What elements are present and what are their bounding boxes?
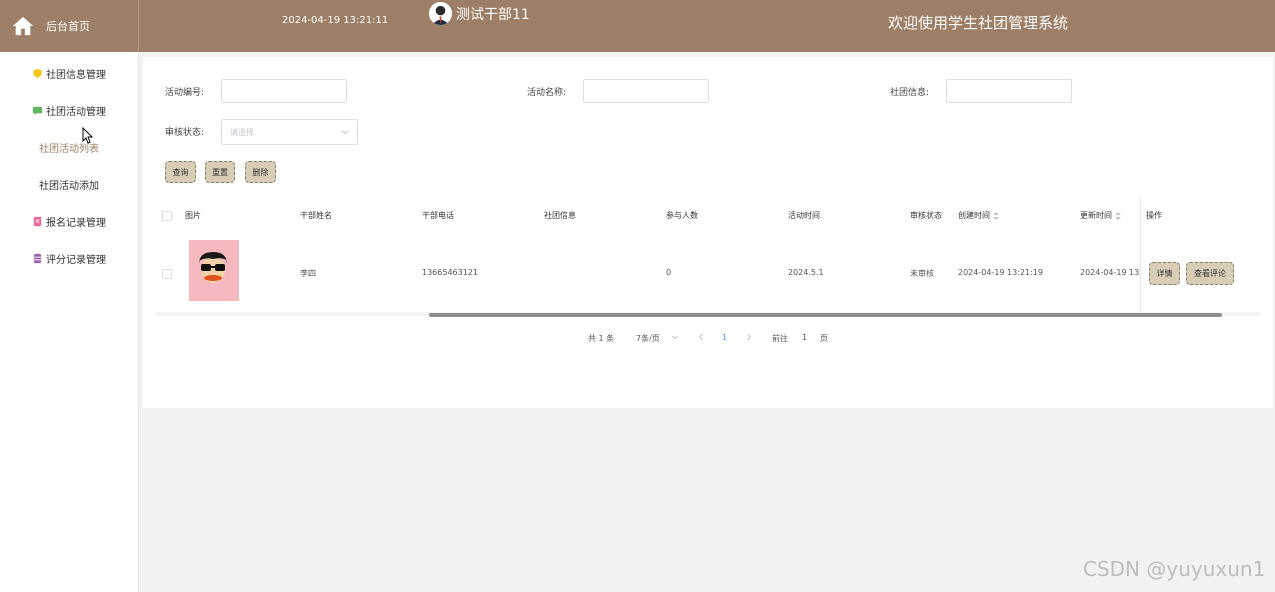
detail-button[interactable]: 详情: [1149, 262, 1180, 285]
prev-page-icon[interactable]: [698, 333, 704, 341]
audit-status-select[interactable]: 请选择: [221, 119, 358, 145]
watermark: CSDN @yuyuxun1: [1083, 557, 1266, 581]
clipboard-icon: [33, 216, 42, 226]
chat-icon: [32, 106, 43, 115]
pagination-page-size[interactable]: 7条/页: [636, 333, 660, 344]
col-cadre-phone: 干部电话: [422, 211, 454, 220]
col-cadre-name: 干部姓名: [300, 211, 332, 220]
user-info[interactable]: 测试干部11: [429, 2, 530, 25]
activity-no-label: 活动编号:: [165, 88, 205, 98]
sidebar-item-score-records[interactable]: 评分记录管理: [0, 248, 138, 268]
sidebar-item-label: 社团活动管理: [46, 106, 106, 118]
club-info-input[interactable]: [946, 79, 1072, 103]
cell-created-time: 2024-04-19 13:21:19: [958, 268, 1043, 277]
sidebar-item-activity-list[interactable]: 社团活动列表: [0, 137, 138, 157]
sidebar: 社团信息管理 社团活动管理 社团活动列表 社团活动添加 报名记录管理 评分记录管…: [0, 52, 139, 592]
col-updated-label: 更新时间: [1080, 211, 1112, 220]
col-actions: 操作: [1146, 211, 1162, 220]
cell-cadre-name: 李四: [300, 269, 316, 278]
sidebar-item-label: 社团活动添加: [39, 180, 99, 192]
pagination-goto-label: 前往: [772, 334, 788, 343]
reset-button[interactable]: 重置: [205, 161, 235, 183]
cell-cadre-phone: 13665463121: [422, 268, 478, 277]
col-audit-status: 审核状态: [910, 211, 942, 220]
header-divider: [138, 0, 139, 52]
activity-no-input[interactable]: [221, 79, 347, 103]
sidebar-item-label: 社团信息管理: [46, 69, 106, 81]
welcome-title: 欢迎使用学生社团管理系统: [888, 14, 1069, 32]
sidebar-item-activity-add[interactable]: 社团活动添加: [0, 174, 138, 194]
select-all-checkbox[interactable]: [162, 211, 172, 221]
sort-icon: [1115, 211, 1121, 220]
cell-audit-status: 未审核: [910, 269, 934, 278]
activity-thumbnail[interactable]: [189, 240, 239, 301]
cell-updated-time: 2024-04-19 13: [1080, 268, 1140, 277]
audit-status-label: 审核状态:: [165, 128, 205, 138]
pagination-page-unit: 页: [820, 334, 828, 343]
mouse-cursor-icon: [82, 127, 94, 144]
home-icon: [12, 16, 34, 36]
pagination-goto-input[interactable]: 1: [802, 333, 807, 342]
main-panel: 活动编号: 活动名称: 社团信息: 审核状态: 请选择 查询 重置 删除 图片 …: [143, 57, 1273, 408]
database-icon: [33, 253, 42, 263]
avatar: [429, 2, 452, 25]
top-header: 后台首页 2024-04-19 13:21:11 测试干部11 欢迎使用学生社团…: [0, 0, 1275, 52]
next-page-icon[interactable]: [746, 333, 752, 341]
row-checkbox[interactable]: [162, 269, 172, 279]
activity-name-input[interactable]: [583, 79, 709, 103]
col-club-info: 社团信息: [544, 211, 576, 220]
sidebar-item-club-activity[interactable]: 社团活动管理: [0, 100, 138, 120]
query-button[interactable]: 查询: [165, 161, 196, 183]
fixed-column-divider: [1140, 197, 1141, 312]
select-placeholder: 请选择: [230, 127, 254, 137]
col-created-label: 创建时间: [958, 211, 990, 220]
col-image: 图片: [185, 211, 201, 220]
table-scrollbar-thumb[interactable]: [429, 313, 1222, 317]
col-participants: 参与人数: [666, 211, 698, 220]
cell-activity-time: 2024.5.1: [788, 268, 824, 277]
chevron-down-icon: [341, 130, 349, 135]
sidebar-item-club-info[interactable]: 社团信息管理: [0, 63, 138, 83]
club-info-label: 社团信息:: [890, 88, 930, 98]
col-updated-time[interactable]: 更新时间: [1080, 210, 1121, 221]
sort-icon: [993, 211, 999, 220]
username: 测试干部11: [456, 6, 530, 23]
home-link[interactable]: 后台首页: [0, 0, 138, 52]
col-created-time[interactable]: 创建时间: [958, 210, 999, 221]
pagination-total: 共 1 条: [588, 334, 615, 343]
sidebar-item-signup-records[interactable]: 报名记录管理: [0, 211, 138, 231]
sidebar-item-label: 评分记录管理: [46, 254, 106, 266]
chevron-down-icon[interactable]: [672, 333, 678, 341]
home-label: 后台首页: [46, 20, 90, 33]
delete-button[interactable]: 删除: [245, 161, 276, 183]
shield-icon: [32, 68, 43, 78]
cell-participants: 0: [666, 268, 672, 277]
col-activity-time: 活动时间: [788, 211, 820, 220]
sidebar-item-label: 报名记录管理: [46, 217, 106, 229]
view-comments-button[interactable]: 查看评论: [1186, 262, 1234, 285]
activity-name-label: 活动名称:: [527, 88, 567, 98]
current-datetime: 2024-04-19 13:21:11: [282, 15, 389, 26]
pagination-current-page[interactable]: 1: [722, 333, 727, 342]
